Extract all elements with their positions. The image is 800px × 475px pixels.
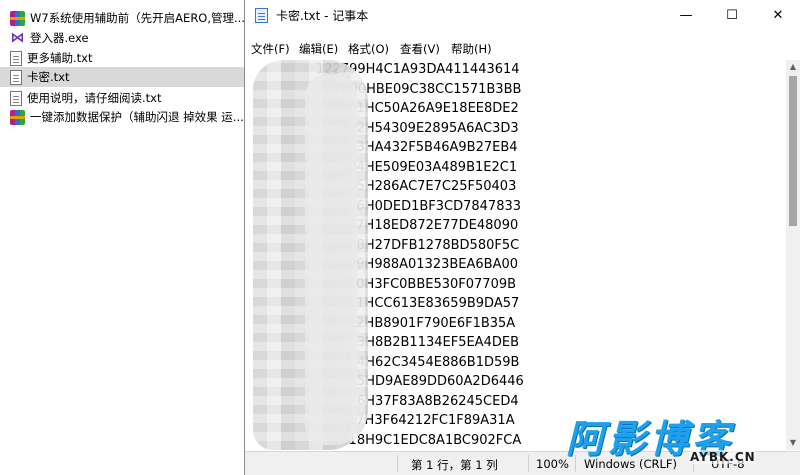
- maximize-button[interactable]: ☐: [709, 0, 755, 30]
- menu-view[interactable]: 查看(V): [400, 41, 440, 57]
- title-bar[interactable]: 卡密.txt - 记事本 — ☐ ✕: [245, 0, 800, 30]
- menu-bar: 文件(F) 编辑(E) 格式(O) 查看(V) 帮助(H): [245, 38, 800, 60]
- visual-studio-exe-icon: ⋈: [10, 29, 25, 46]
- watermark-url: AYBK.CN: [690, 450, 756, 464]
- text-line: 3H8B2B1134EF5EA4DEB: [357, 335, 519, 350]
- menu-edit[interactable]: 编辑(E): [299, 41, 338, 57]
- file-name: 使用说明，请仔细阅读.txt: [27, 91, 162, 105]
- file-name: 更多辅助.txt: [27, 51, 93, 65]
- file-item-launcher-exe[interactable]: ⋈ 登入器.exe: [0, 28, 244, 48]
- file-name: 一键添加数据保护（辅助闪退 掉效果 运...: [30, 110, 244, 124]
- text-line: 11HCC613E83659B9DA57: [348, 296, 520, 311]
- menu-help[interactable]: 帮助(H): [451, 41, 492, 57]
- text-line: 09H988A01323BEA6BA00: [348, 257, 519, 272]
- scroll-up-arrow-icon[interactable]: ▲: [786, 60, 800, 74]
- text-line: 4H62C3454E886B1D59B: [357, 354, 520, 370]
- winrar-archive-icon: [10, 109, 25, 125]
- file-item-w7-archive[interactable]: W7系统使用辅助前（先开启AERO,管理...: [0, 8, 244, 28]
- notepad-icon: [255, 8, 268, 23]
- text-file-icon: [10, 90, 22, 106]
- text-line: 10H3FC0BBE530F07709B: [348, 276, 517, 292]
- status-divider: [528, 455, 529, 472]
- file-name: W7系统使用辅助前（先开启AERO,管理...: [30, 11, 244, 25]
- scrollbar-thumb[interactable]: [789, 76, 797, 226]
- text-file-icon: [10, 50, 22, 66]
- file-item-readme-txt[interactable]: 使用说明，请仔细阅读.txt: [0, 88, 244, 108]
- cursor-position: 第 1 行，第 1 列: [411, 458, 498, 472]
- text-line: 12HB8901F790E6F1B35A: [348, 315, 516, 331]
- mosaic-redaction: [305, 75, 357, 445]
- winrar-archive-icon: [10, 10, 25, 26]
- text-file-icon: [10, 69, 22, 85]
- text-line: 6H37F83A8B26245CED4: [357, 393, 519, 409]
- text-line: 17H3F64212FC1F89A31A: [348, 413, 515, 428]
- text-line: 07H18ED872E77DE48090: [348, 218, 519, 233]
- file-item-more-tools-txt[interactable]: 更多辅助.txt: [0, 48, 244, 68]
- watermark-logo: 阿影博客 AYBK.CN: [566, 412, 790, 466]
- notepad-window: 卡密.txt - 记事本 — ☐ ✕ 文件(F) 编辑(E) 格式(O) 查看(…: [244, 0, 800, 475]
- text-line: 2818H9C1EDC8A1BC902FCA: [332, 432, 522, 448]
- file-name: 卡密.txt: [27, 70, 70, 84]
- zoom-level: 100%: [536, 457, 569, 471]
- file-item-keys-txt[interactable]: 卡密.txt: [0, 67, 244, 87]
- close-button[interactable]: ✕: [755, 0, 800, 30]
- text-editor[interactable]: 122799H4C1A93DA411443614 2800HBE09C38CC1…: [245, 60, 787, 450]
- minimize-button[interactable]: —: [663, 0, 709, 30]
- file-item-data-protect-archive[interactable]: 一键添加数据保护（辅助闪退 掉效果 运...: [0, 107, 244, 127]
- file-name: 登入器.exe: [30, 31, 89, 45]
- vertical-scrollbar[interactable]: ▲ ▼: [786, 60, 800, 450]
- status-divider: [397, 455, 398, 472]
- menu-file[interactable]: 文件(F): [251, 41, 290, 57]
- text-line: 5HD9AE89DD60A2D6446: [357, 374, 524, 389]
- window-title: 卡密.txt - 记事本: [276, 9, 369, 23]
- file-list: W7系统使用辅助前（先开启AERO,管理... ⋈ 登入器.exe 更多辅助.t…: [0, 0, 244, 475]
- menu-format[interactable]: 格式(O): [348, 41, 389, 57]
